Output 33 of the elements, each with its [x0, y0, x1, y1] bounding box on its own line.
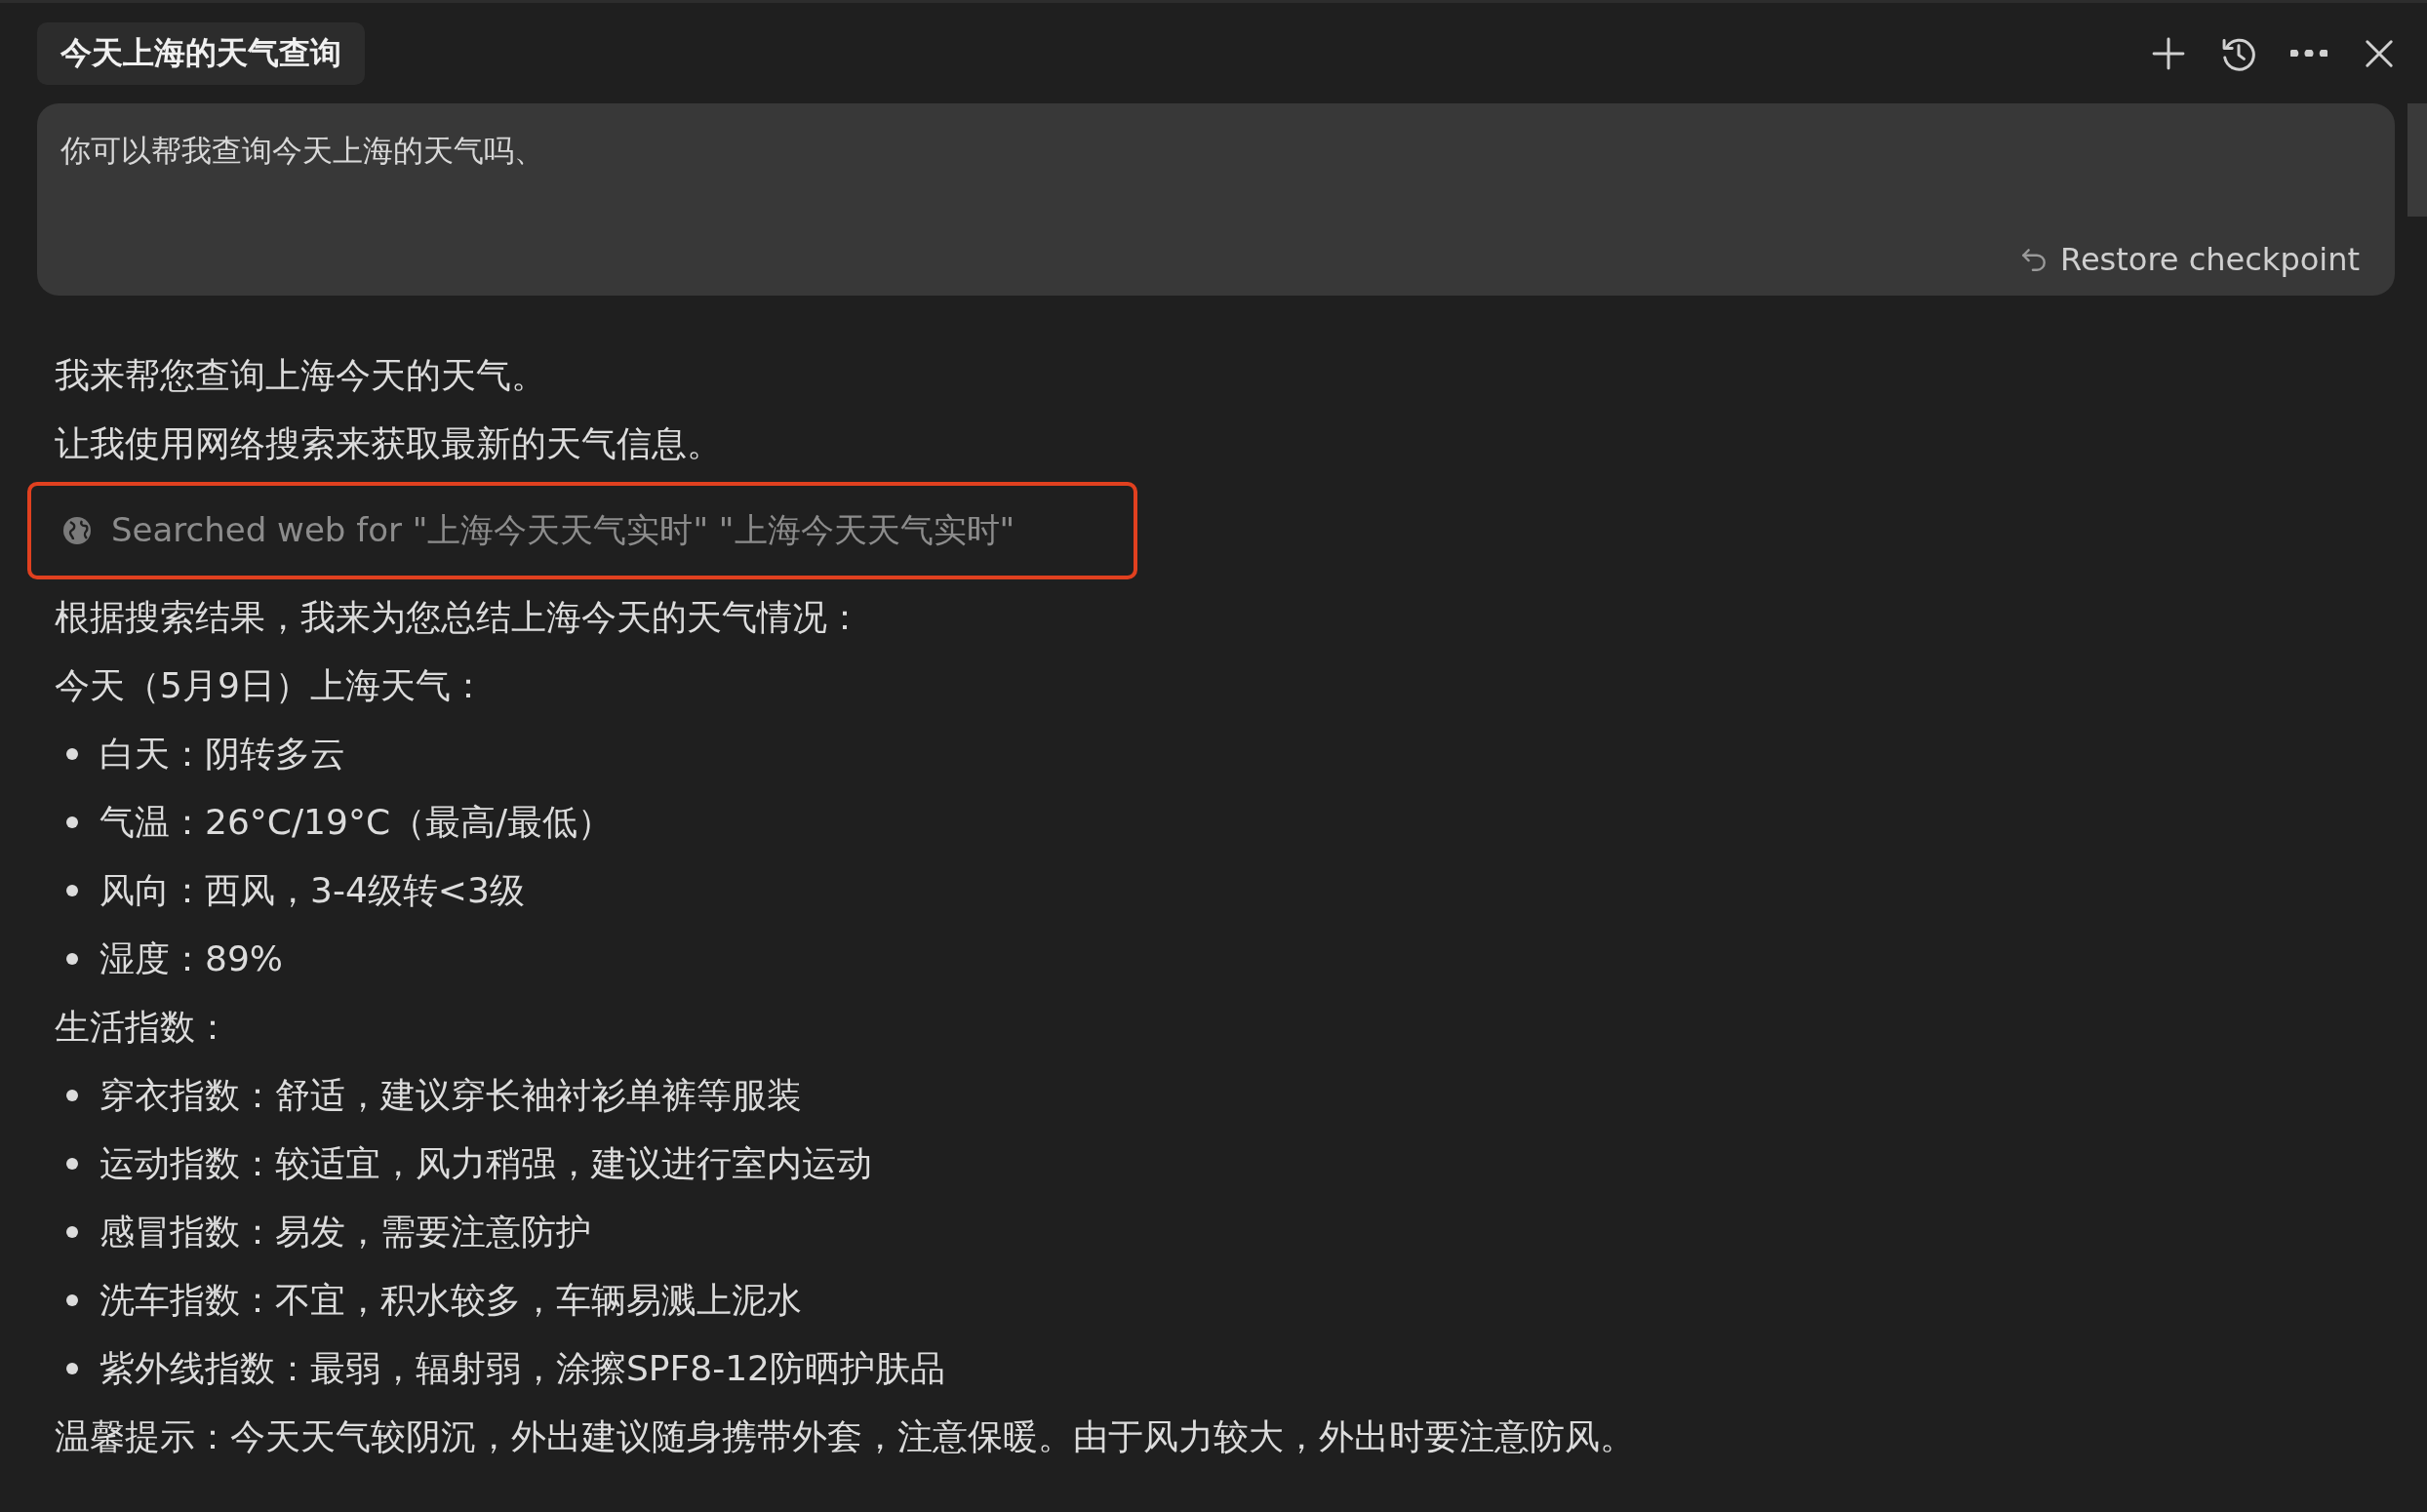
- message-text: 我来帮您查询上海今天的天气。: [54, 354, 547, 397]
- chat-tab[interactable]: 今天上海的天气查询: [37, 21, 365, 85]
- user-message: 你可以帮我查询今天上海的天气吗、: [60, 132, 545, 170]
- bullet-icon: [66, 885, 78, 896]
- scrollbar[interactable]: [2407, 103, 2427, 217]
- bullet-icon: [66, 1226, 78, 1238]
- list-item: 运动指数：较适宜，风力稍强，建议进行室内运动: [99, 1141, 872, 1185]
- more-button[interactable]: [2290, 49, 2328, 58]
- message-text: 根据搜索结果，我来为您总结上海今天的天气情况：: [54, 596, 863, 639]
- bullet-icon: [66, 1090, 78, 1101]
- search-result-row[interactable]: Searched web for "上海今天天气实时" "上海今天天气实时": [27, 482, 1137, 579]
- globe-icon: [60, 514, 94, 547]
- message-text: 让我使用网络搜索来获取最新的天气信息。: [54, 422, 723, 465]
- list-item: 穿衣指数：舒适，建议穿长袖衬衫单裤等服装: [99, 1073, 802, 1117]
- search-result-text: Searched web for "上海今天天气实时" "上海今天天气实时": [111, 509, 1015, 551]
- bullet-icon: [66, 1363, 78, 1374]
- list-item: 紫外线指数：最弱，辐射弱，涂擦SPF8-12防晒护肤品: [99, 1346, 945, 1390]
- message-text: 今天（5月9日）上海天气：: [54, 664, 487, 707]
- more-icon: [2290, 49, 2328, 58]
- list-item: 洗车指数：不宜，积水较多，车辆易溅上泥水: [99, 1278, 802, 1322]
- bullet-icon: [66, 1294, 78, 1306]
- restore-checkpoint-button[interactable]: Restore checkpoint: [2019, 241, 2360, 278]
- bullet-icon: [66, 953, 78, 965]
- message-text: 生活指数：: [54, 1006, 231, 1049]
- bullet-icon: [66, 748, 78, 760]
- list-item: 湿度：89%: [99, 936, 283, 980]
- list-item: 风向：西风，3-4级转<3级: [99, 868, 525, 912]
- bullet-icon: [66, 1158, 78, 1170]
- message-text: 温馨提示：今天天气较阴沉，外出建议随身携带外套，注意保暖。由于风力较大，外出时要注意防风。: [54, 1415, 1636, 1458]
- list-item: 白天：阴转多云: [99, 732, 345, 776]
- list-item: 气温：26°C/19°C（最高/最低）: [99, 800, 614, 844]
- bullet-icon: [66, 816, 78, 828]
- list-item: 感冒指数：易发，需要注意防护: [99, 1210, 591, 1253]
